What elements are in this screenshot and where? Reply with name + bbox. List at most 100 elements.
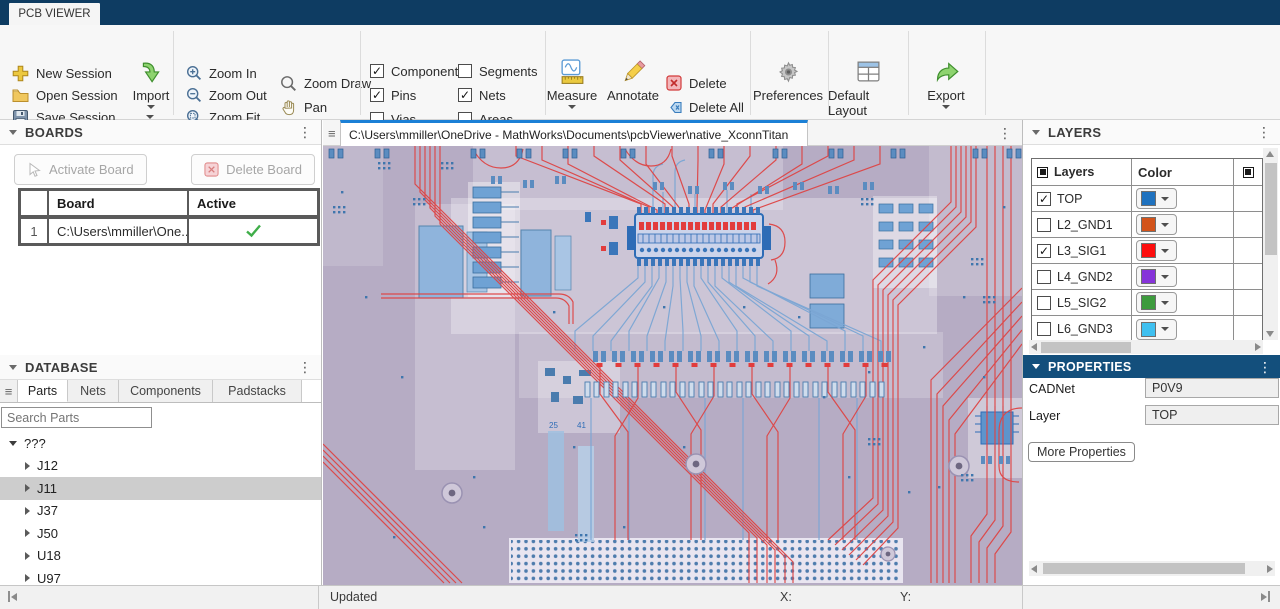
tree-item-j12[interactable]: J12 (0, 455, 321, 478)
collapse-properties-icon[interactable] (1032, 364, 1040, 369)
layer-row-l2-gnd1[interactable]: L2_GND1 (1032, 212, 1262, 238)
open-session-button[interactable]: Open Session (12, 86, 118, 104)
layer-visible-checkbox[interactable] (1037, 270, 1051, 284)
collapse-layers-icon[interactable] (1032, 130, 1040, 135)
export-button[interactable]: Export (916, 58, 976, 109)
layer-row-l3-sig1[interactable]: L3_SIG1 (1032, 238, 1262, 264)
tab-padstacks[interactable]: Padstacks (213, 380, 302, 402)
panel-hscrollbar[interactable] (1029, 561, 1275, 576)
document-menu-icon[interactable]: ⋮ (998, 125, 1012, 142)
scroll-right-icon[interactable] (1255, 343, 1261, 351)
search-input[interactable] (1, 407, 152, 428)
zoom-draw-button[interactable]: Zoom Draw (280, 74, 371, 92)
layer-name: TOP (1057, 192, 1082, 206)
components-checkbox[interactable] (370, 64, 384, 78)
layer-row-top[interactable]: TOP (1032, 186, 1262, 212)
tree-item-j37[interactable]: J37 (0, 500, 321, 523)
layer-visible-checkbox[interactable] (1037, 218, 1051, 232)
tree-item-j11[interactable]: J11 (0, 477, 321, 500)
properties-panel-header[interactable]: PROPERTIES ⋮ (1023, 355, 1280, 378)
layer-field[interactable]: TOP (1145, 405, 1279, 425)
select-all-layers-icon[interactable] (1037, 167, 1048, 178)
import-button[interactable]: Import (126, 60, 176, 109)
new-session-button[interactable]: New Session (12, 64, 112, 82)
column-header-icon[interactable] (1243, 167, 1254, 178)
tree-collapse-icon[interactable] (25, 574, 30, 582)
layers-vscrollbar[interactable] (1263, 148, 1278, 340)
document-tab[interactable]: C:\Users\mmiller\OneDrive - MathWorks\Do… (340, 120, 808, 146)
scroll-down-icon[interactable] (1266, 331, 1274, 337)
delete-all-button[interactable]: Delete All (666, 98, 744, 116)
annotate-button[interactable]: Annotate (604, 58, 662, 103)
scroll-up-icon[interactable] (1266, 151, 1274, 157)
layers-menu-icon[interactable]: ⋮ (1257, 125, 1271, 139)
document-tab-menu-icon[interactable]: ≡ (328, 126, 336, 141)
table-row[interactable]: 1 C:\Users\mmiller\One... (19, 217, 319, 245)
tree-collapse-icon[interactable] (25, 507, 30, 515)
scroll-right-icon[interactable] (1267, 565, 1273, 573)
scroll-left-icon[interactable] (1031, 343, 1037, 351)
tree-collapse-icon[interactable] (25, 529, 30, 537)
segments-checkbox[interactable] (458, 64, 472, 78)
preferences-button[interactable]: Preferences (754, 58, 822, 103)
tab-pcb-viewer[interactable]: PCB VIEWER (8, 2, 101, 25)
checkbox-segments[interactable]: Segments (458, 62, 538, 80)
layers-hscrollbar[interactable] (1029, 340, 1263, 354)
layer-visible-checkbox[interactable] (1037, 192, 1051, 206)
layer-color-button[interactable] (1136, 292, 1177, 313)
checkbox-nets[interactable]: Nets (458, 86, 506, 104)
pcb-canvas[interactable]: 25 41 (323, 146, 1022, 585)
layer-color-button[interactable] (1136, 266, 1177, 287)
save-session-caret[interactable] (146, 115, 154, 119)
delete-board-button[interactable]: Delete Board (191, 154, 315, 185)
layer-row-l5-sig2[interactable]: L5_SIG2 (1032, 290, 1262, 316)
layers-panel-header[interactable]: LAYERS ⋮ (1023, 120, 1280, 145)
database-menu-icon[interactable]: ⋮ (298, 360, 312, 374)
tree-collapse-icon[interactable] (25, 484, 30, 492)
layer-color-button[interactable] (1136, 214, 1177, 235)
tab-parts[interactable]: Parts (18, 380, 68, 402)
pins-checkbox[interactable] (370, 88, 384, 102)
boards-menu-icon[interactable]: ⋮ (298, 125, 312, 139)
scrollbar-thumb[interactable] (1041, 342, 1131, 353)
delete-button[interactable]: Delete (666, 74, 727, 92)
tree-collapse-icon[interactable] (25, 552, 30, 560)
scroll-left-icon[interactable] (1031, 565, 1037, 573)
activate-board-button[interactable]: Activate Board (14, 154, 147, 185)
cadnet-field[interactable]: P0V9 (1145, 378, 1279, 398)
properties-menu-icon[interactable]: ⋮ (1258, 360, 1272, 374)
zoom-out-button[interactable]: Zoom Out (186, 86, 267, 104)
checkbox-pins[interactable]: Pins (370, 86, 416, 104)
zoom-in-button[interactable]: Zoom In (186, 64, 257, 82)
checkbox-components[interactable]: Components (370, 62, 465, 80)
layer-row-l4-gnd2[interactable]: L4_GND2 (1032, 264, 1262, 290)
boards-panel-header[interactable]: BOARDS ⋮ (0, 120, 321, 145)
collapse-boards-icon[interactable] (9, 130, 17, 135)
layer-color-button[interactable] (1136, 240, 1177, 261)
tree-root[interactable]: ??? (0, 432, 321, 455)
collapse-left-panel-icon[interactable] (8, 591, 17, 602)
tab-nets[interactable]: Nets (68, 380, 119, 402)
tree-collapse-icon[interactable] (25, 462, 30, 470)
default-layout-button[interactable]: Default Layout (828, 58, 908, 118)
measure-button[interactable]: Measure (544, 58, 600, 109)
layer-color-button[interactable] (1136, 188, 1177, 209)
layer-visible-checkbox[interactable] (1037, 322, 1051, 336)
layer-visible-checkbox[interactable] (1037, 244, 1051, 258)
nets-checkbox[interactable] (458, 88, 472, 102)
tree-item-j50[interactable]: J50 (0, 522, 321, 545)
tree-expand-icon[interactable] (9, 441, 17, 446)
pan-button[interactable]: Pan (280, 98, 327, 116)
tree-item-u18[interactable]: U18 (0, 545, 321, 568)
layer-color-button[interactable] (1136, 319, 1177, 340)
scrollbar-thumb[interactable] (1043, 563, 1245, 574)
database-tab-menu-icon[interactable]: ≡ (0, 380, 18, 402)
collapse-right-panel-icon[interactable] (1261, 591, 1270, 602)
collapse-database-icon[interactable] (9, 365, 17, 370)
layer-visible-checkbox[interactable] (1037, 296, 1051, 310)
more-properties-button[interactable]: More Properties (1028, 442, 1135, 462)
tab-components[interactable]: Components (119, 380, 213, 402)
scrollbar-thumb[interactable] (1265, 163, 1277, 255)
layer-row-l6-gnd3[interactable]: L6_GND3 (1032, 316, 1262, 342)
database-panel-header[interactable]: DATABASE ⋮ (0, 355, 321, 380)
